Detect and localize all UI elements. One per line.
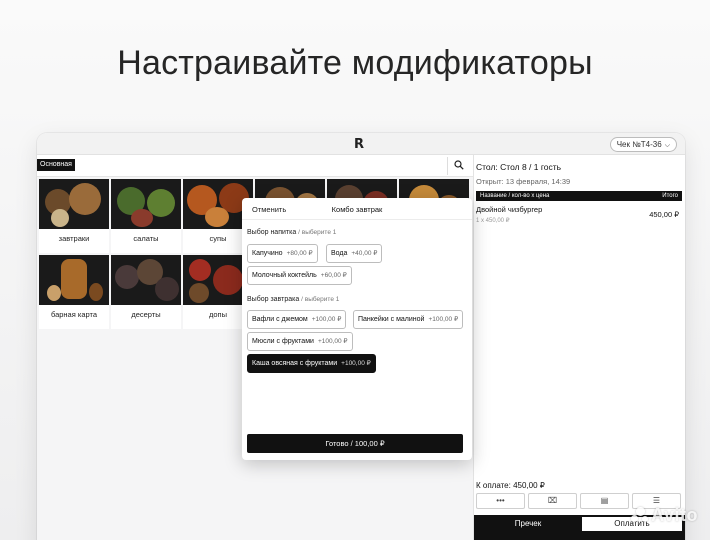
top-bar: R Чек №Т4-36 ⌵	[37, 133, 685, 155]
breakfast-section-hint: / выберите 1	[301, 296, 340, 303]
drink-section-label: Выбор напитка	[247, 229, 297, 236]
page-headline: Настраивайте модификаторы	[117, 44, 593, 82]
col-total-header: Итого	[662, 193, 678, 199]
chip-price: +100,00 ₽	[311, 316, 342, 323]
dish-photo	[39, 255, 109, 305]
chip-label: Вода	[331, 250, 348, 257]
category-label: завтраки	[58, 234, 90, 243]
more-button[interactable]: •••	[476, 493, 525, 509]
dish-photo	[111, 179, 181, 229]
check-selector[interactable]: Чек №Т4-36 ⌵	[609, 137, 677, 152]
order-item-qty: 1 x 450,00 ₽	[476, 218, 510, 224]
search-icon	[453, 160, 464, 170]
modifier-chip-waffles[interactable]: Вафли с джемом +100,00 ₽	[247, 310, 347, 329]
chip-label: Каша овсяная с фруктами	[252, 360, 338, 367]
category-tile-breakfast[interactable]: завтраки	[39, 179, 109, 253]
chip-label: Капучино	[252, 250, 283, 257]
order-table-header: Название / кол-во x цена Итого	[476, 191, 682, 201]
modifier-chip-water[interactable]: Вода +40,00 ₽	[326, 244, 383, 263]
modifier-chip-pancakes[interactable]: Панкейки с малиной +100,00 ₽	[353, 310, 464, 329]
cancel-button[interactable]: Отменить	[252, 205, 286, 214]
chip-price: +60,00 ₽	[320, 272, 347, 279]
opened-time: Открыт: 13 февраля, 14:39	[476, 177, 571, 186]
tab-main[interactable]: Основная	[37, 159, 75, 171]
dish-photo	[39, 179, 109, 229]
drink-section-title: Выбор напитка / выберите 1	[247, 229, 336, 236]
breakfast-section-label: Выбор завтрака	[247, 296, 300, 303]
drink-section-hint: / выберите 1	[298, 229, 337, 236]
chip-label: Панкейки с малиной	[358, 316, 425, 323]
category-tile-bar[interactable]: барная карта	[39, 255, 109, 329]
modifier-chip-muesli[interactable]: Мюсли с фруктами +100,00 ₽	[247, 332, 353, 351]
receipt-button[interactable]: ▤	[580, 493, 629, 509]
modifier-chip-cappuccino[interactable]: Капучино +80,00 ₽	[247, 244, 318, 263]
dish-photo	[111, 255, 181, 305]
modifier-chip-oatmeal[interactable]: Каша овсяная с фруктами +100,00 ₽	[247, 354, 376, 373]
table-info: Стол: Стол 8 / 1 гость	[476, 162, 562, 172]
chip-label: Вафли с джемом	[252, 316, 308, 323]
done-button[interactable]: Готово / 100,00 ₽	[247, 434, 463, 453]
app-logo: R	[354, 137, 365, 152]
order-panel: Стол: Стол 8 / 1 гость Открыт: 13 феврал…	[473, 155, 685, 540]
avito-watermark: Avito	[631, 505, 698, 526]
discount-button[interactable]: ⌧	[528, 493, 577, 509]
order-item-total: 450,00 ₽	[649, 210, 679, 219]
category-label: салаты	[133, 234, 159, 243]
chip-price: +80,00 ₽	[286, 250, 313, 257]
chip-price: +40,00 ₽	[351, 250, 378, 257]
precheck-button[interactable]: Пречек	[478, 517, 578, 531]
chip-price: +100,00 ₽	[317, 338, 348, 345]
menu-tabbar: Основная	[37, 155, 473, 177]
total-to-pay: К оплате: 450,00 ₽	[476, 481, 545, 490]
modifier-modal: Комбо завтрак Отменить Выбор напитка / в…	[242, 198, 472, 460]
chip-label: Мюсли с фруктами	[252, 338, 314, 345]
chip-price: +100,00 ₽	[341, 360, 371, 367]
chevron-down-icon: ⌵	[664, 142, 670, 149]
avito-logo-icon	[631, 506, 649, 524]
chip-price: +100,00 ₽	[428, 316, 459, 323]
col-name-header: Название / кол-во x цена	[480, 193, 550, 199]
modifier-chip-milkshake[interactable]: Молочный коктейль +60,00 ₽	[247, 266, 352, 285]
search-button[interactable]	[447, 157, 469, 175]
modal-header: Комбо завтрак Отменить	[242, 198, 472, 220]
breakfast-section-title: Выбор завтрака / выберите 1	[247, 296, 339, 303]
category-tile-desserts[interactable]: десерты	[111, 255, 181, 329]
category-label: десерты	[131, 310, 161, 319]
check-label: Чек №Т4-36	[616, 140, 662, 149]
watermark-text: Avito	[651, 505, 698, 525]
category-tile-salads[interactable]: салаты	[111, 179, 181, 253]
category-label: барная карта	[50, 310, 98, 319]
order-item-name[interactable]: Двойной чизбургер	[476, 205, 542, 214]
chip-label: Молочный коктейль	[252, 272, 317, 279]
